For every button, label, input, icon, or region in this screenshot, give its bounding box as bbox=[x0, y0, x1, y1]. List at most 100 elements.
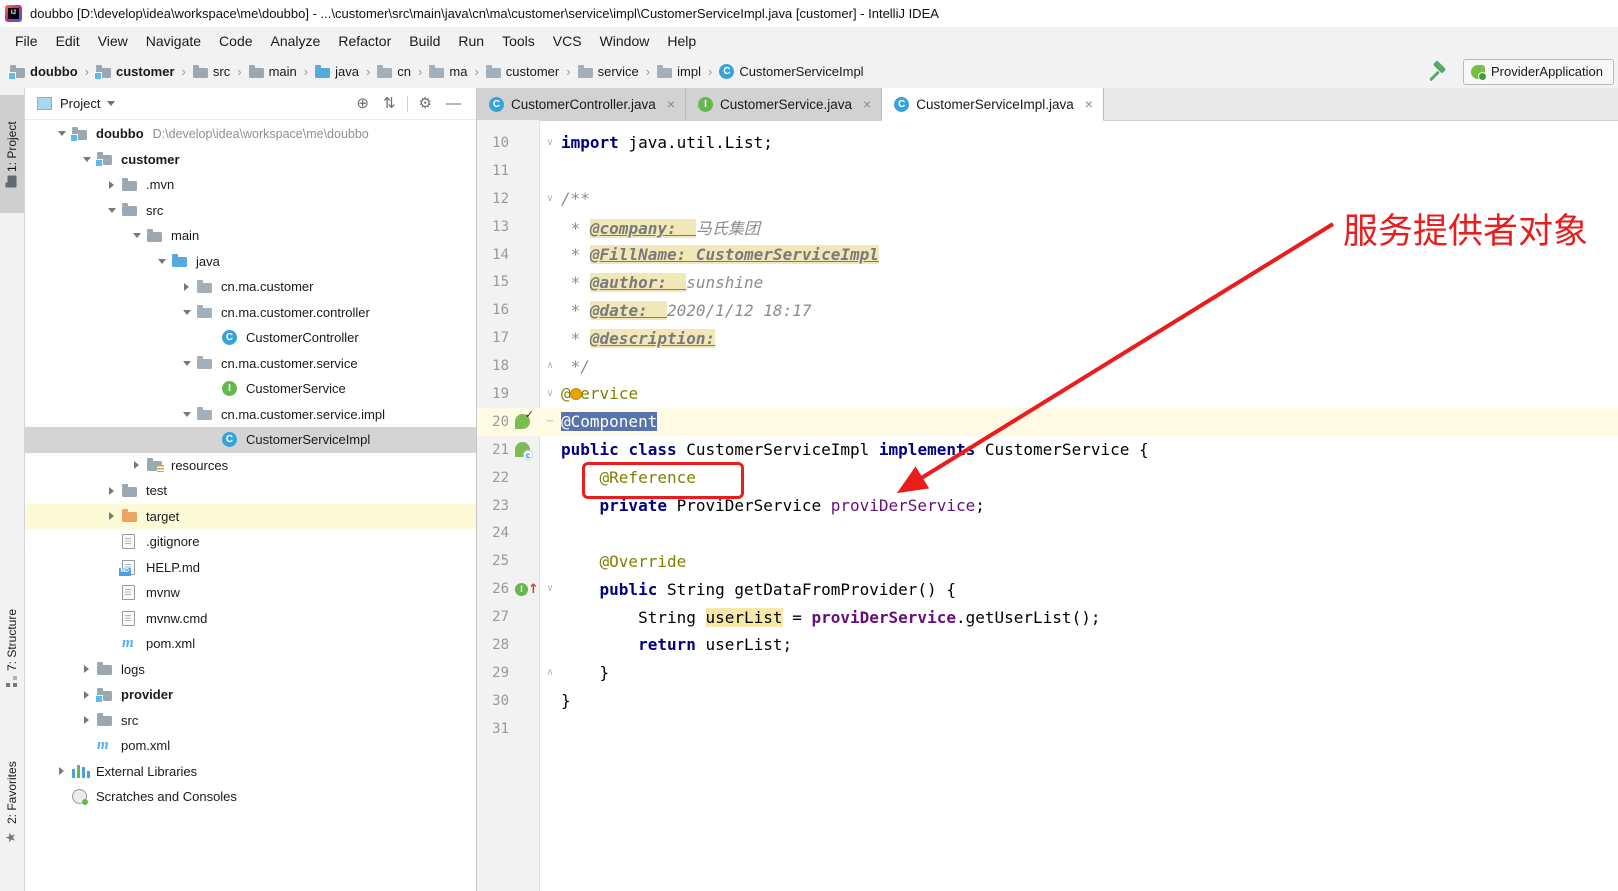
fold-marker-icon[interactable]: ∧ bbox=[541, 667, 559, 678]
menu-file[interactable]: File bbox=[6, 33, 47, 49]
breadcrumb-item[interactable]: ma bbox=[429, 64, 467, 79]
fold-marker-icon[interactable]: ∨ bbox=[541, 584, 559, 594]
build-hammer-icon[interactable] bbox=[1429, 62, 1449, 82]
src-folder-icon bbox=[315, 64, 331, 78]
tree-chevron[interactable] bbox=[101, 180, 122, 189]
chevron-down-icon[interactable] bbox=[107, 101, 116, 106]
tree-item-pom-xml[interactable]: pom.xml bbox=[25, 733, 476, 759]
close-tab-icon[interactable]: × bbox=[1085, 96, 1093, 112]
breadcrumb-item[interactable]: service bbox=[577, 64, 639, 79]
breadcrumb-item[interactable]: cn bbox=[377, 64, 411, 79]
breadcrumb-item[interactable]: impl bbox=[657, 64, 701, 79]
tree-chevron[interactable] bbox=[101, 512, 122, 521]
locate-icon[interactable]: ⊕ bbox=[356, 96, 369, 111]
close-tab-icon[interactable]: × bbox=[667, 96, 675, 112]
collapse-all-icon[interactable]: ⇅ bbox=[383, 96, 396, 111]
code-editor[interactable]: 10 ∨ import java.util.List; 11 12 ∨/** 13 * @c… bbox=[477, 120, 1618, 891]
editor-tab-customerservice-java[interactable]: CustomerService.java × bbox=[686, 88, 883, 120]
breadcrumb-item[interactable]: java bbox=[315, 64, 359, 79]
run-configuration-selector[interactable]: ProviderApplication bbox=[1462, 58, 1614, 85]
tree-item-scratches-and-consoles[interactable]: Scratches and Consoles bbox=[25, 784, 476, 810]
tree-item-provider[interactable]: provider bbox=[25, 682, 476, 708]
tree-item-java[interactable]: java bbox=[25, 249, 476, 275]
override-method-icon[interactable] bbox=[515, 583, 541, 596]
menu-view[interactable]: View bbox=[89, 33, 137, 49]
menu-vcs[interactable]: VCS bbox=[544, 33, 591, 49]
close-tab-icon[interactable]: × bbox=[863, 96, 871, 112]
tree-chevron[interactable] bbox=[76, 716, 97, 725]
tree-chevron[interactable] bbox=[176, 411, 197, 417]
menu-edit[interactable]: Edit bbox=[47, 33, 89, 49]
tree-chevron[interactable] bbox=[76, 665, 97, 674]
fold-marker-icon[interactable]: − bbox=[541, 416, 559, 427]
tree-chevron[interactable] bbox=[101, 486, 122, 495]
tree-item-customer[interactable]: customer bbox=[25, 147, 476, 173]
menu-code[interactable]: Code bbox=[210, 33, 261, 49]
menu-analyze[interactable]: Analyze bbox=[262, 33, 330, 49]
tree-item-cn-ma-customer[interactable]: cn.ma.customer bbox=[25, 274, 476, 300]
tree-item-logs[interactable]: logs bbox=[25, 657, 476, 683]
tree-item-doubbo[interactable]: doubbo D:\develop\idea\workspace\me\doubb… bbox=[25, 121, 476, 147]
hide-panel-icon[interactable]: — bbox=[446, 96, 461, 111]
tree-item-label: src bbox=[121, 712, 139, 728]
tree-item-customercontroller[interactable]: CustomerController bbox=[25, 325, 476, 351]
menu-run[interactable]: Run bbox=[449, 33, 493, 49]
tree-chevron[interactable] bbox=[176, 360, 197, 366]
breadcrumb-item[interactable]: customer bbox=[94, 64, 175, 79]
tree-item-label: doubbo bbox=[96, 126, 144, 142]
menu-build[interactable]: Build bbox=[400, 33, 449, 49]
tree-chevron[interactable] bbox=[151, 258, 172, 264]
fold-marker-icon[interactable]: ∨ bbox=[541, 193, 559, 204]
breadcrumb-item[interactable]: src bbox=[192, 64, 230, 79]
fold-marker-icon[interactable]: ∨ bbox=[541, 388, 559, 399]
tool-window-button-favorites[interactable]: ★ 2: Favorites bbox=[0, 733, 24, 873]
breadcrumb-item[interactable]: CustomerServiceImpl bbox=[719, 64, 864, 79]
tree-item-customerserviceimpl[interactable]: CustomerServiceImpl bbox=[25, 427, 476, 453]
tree-item-external-libraries[interactable]: External Libraries bbox=[25, 759, 476, 785]
tree-item-cn-ma-customer-controller[interactable]: cn.ma.customer.controller bbox=[25, 300, 476, 326]
tree-item-test[interactable]: test bbox=[25, 478, 476, 504]
tree-chevron[interactable] bbox=[51, 767, 72, 776]
gear-icon[interactable]: ⚙ bbox=[419, 96, 432, 111]
menu-window[interactable]: Window bbox=[591, 33, 659, 49]
tool-window-button-project[interactable]: 1: Project bbox=[0, 95, 24, 213]
tree-chevron[interactable] bbox=[76, 156, 97, 162]
tree-item--gitignore[interactable]: .gitignore bbox=[25, 529, 476, 555]
tree-item-help-md[interactable]: HELP.md bbox=[25, 555, 476, 581]
tree-chevron[interactable] bbox=[76, 690, 97, 699]
menu-help[interactable]: Help bbox=[658, 33, 705, 49]
tree-item-cn-ma-customer-service[interactable]: cn.ma.customer.service bbox=[25, 351, 476, 377]
editor-tab-customerserviceimpl-java[interactable]: CustomerServiceImpl.java × bbox=[882, 88, 1104, 121]
tree-item-customerservice[interactable]: CustomerService bbox=[25, 376, 476, 402]
tree-item--mvn[interactable]: .mvn bbox=[25, 172, 476, 198]
breadcrumb-item[interactable]: doubbo bbox=[8, 64, 78, 79]
fold-marker-icon[interactable]: ∧ bbox=[541, 361, 559, 371]
tree-item-mvnw-cmd[interactable]: mvnw.cmd bbox=[25, 606, 476, 632]
tree-chevron[interactable] bbox=[176, 309, 197, 315]
tree-chevron[interactable] bbox=[101, 207, 122, 213]
tree-chevron[interactable] bbox=[51, 131, 72, 137]
spring-component-icon[interactable] bbox=[515, 442, 541, 461]
tool-window-button-structure[interactable]: 7: Structure bbox=[0, 588, 24, 708]
tree-item-mvnw[interactable]: mvnw bbox=[25, 580, 476, 606]
menu-refactor[interactable]: Refactor bbox=[329, 33, 400, 49]
tree-item-cn-ma-customer-service-impl[interactable]: cn.ma.customer.service.impl bbox=[25, 402, 476, 428]
breadcrumb-item[interactable]: customer bbox=[485, 64, 559, 79]
tree-item-src[interactable]: src bbox=[25, 198, 476, 224]
editor-area[interactable]: CustomerController.java×CustomerService.… bbox=[477, 88, 1618, 891]
menu-tools[interactable]: Tools bbox=[493, 33, 544, 49]
code-text: * @author: sunshine bbox=[559, 272, 763, 292]
tree-item-resources[interactable]: resources bbox=[25, 453, 476, 479]
tree-item-pom-xml[interactable]: pom.xml bbox=[25, 631, 476, 657]
tree-item-target[interactable]: target bbox=[25, 503, 476, 529]
spring-bean-icon[interactable] bbox=[515, 409, 541, 430]
fold-marker-icon[interactable]: ∨ bbox=[541, 137, 559, 148]
tree-item-src[interactable]: src bbox=[25, 708, 476, 734]
editor-tab-customercontroller-java[interactable]: CustomerController.java × bbox=[477, 88, 686, 120]
breadcrumb-item[interactable]: main bbox=[248, 64, 297, 79]
tree-chevron[interactable] bbox=[126, 461, 147, 470]
tree-item-main[interactable]: main bbox=[25, 223, 476, 249]
tree-chevron[interactable] bbox=[176, 282, 197, 291]
tree-chevron[interactable] bbox=[126, 233, 147, 239]
menu-navigate[interactable]: Navigate bbox=[137, 33, 210, 49]
